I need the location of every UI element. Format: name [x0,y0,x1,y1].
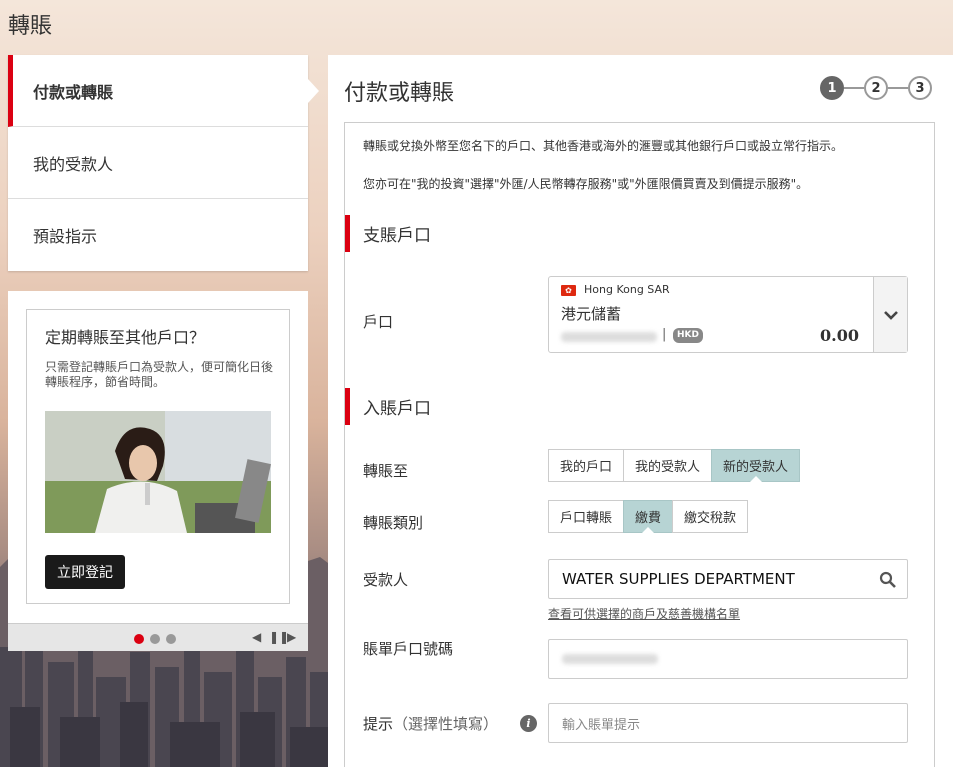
promo-panel: 定期轉賬至其他戶口？ 只需登記轉賬戶口為受款人，便可簡化日後轉賬程序，節省時間。… [8,291,308,651]
type-account-transfer[interactable]: 戶口轉賬 [548,500,625,533]
transfer-to-new-payee[interactable]: 新的受款人 [711,449,801,482]
payee-value: WATER SUPPLIES DEPARTMENT [562,570,795,588]
separator: | [662,327,667,342]
step-indicator: 1 2 3 [820,76,932,100]
account-label: 戶口 [363,313,394,331]
carousel-dot-2[interactable] [150,634,160,644]
transfer-to-toggle: 我的戶口 我的受款人 新的受款人 [548,449,801,482]
credit-section-heading: 入賬戶口 [345,388,431,425]
info-icon[interactable]: i [520,715,537,732]
payee-label: 受款人 [363,571,409,589]
reminder-label: 提示（選擇性填寫） [363,715,499,733]
main-panel: 付款或轉賬 1 2 3 轉賬或兌換外幣至您名下的戶口、其他香港或海外的滙豐或其他… [328,55,953,767]
transfer-to-my-payee[interactable]: 我的受款人 [623,449,713,482]
debit-account-select[interactable]: ✿ Hong Kong SAR 港元儲蓄 | HKD 0.00 [548,276,908,353]
chevron-down-icon[interactable] [873,277,907,352]
step-connector [844,87,864,89]
payee-input[interactable]: WATER SUPPLIES DEPARTMENT [548,559,908,599]
transfer-type-toggle: 戶口轉賬 繳費 繳交稅款 [548,500,749,533]
transfer-to-my-account[interactable]: 我的戶口 [548,449,625,482]
promo-title: 定期轉賬至其他戶口？ [45,328,206,347]
intro-text-2: 您亦可在"我的投資"選擇"外匯/人民幣轉存服務"或"外匯限價買賣及到價提示服務"… [363,177,809,191]
step-1: 1 [820,76,844,100]
carousel-dot-1[interactable] [134,634,144,644]
bill-account-masked-value [562,654,658,664]
sidebar-item-preset-instructions[interactable]: 預設指示 [8,199,308,271]
promo-card: 定期轉賬至其他戶口？ 只需登記轉賬戶口為受款人，便可簡化日後轉賬程序，節省時間。… [26,309,290,604]
hong-kong-flag-icon: ✿ [561,285,576,296]
step-3: 3 [908,76,932,100]
sidebar-item-payment-transfer[interactable]: 付款或轉賬 [8,55,319,127]
step-2: 2 [864,76,888,100]
carousel-dot-3[interactable] [166,634,176,644]
type-bill-payment[interactable]: 繳費 [623,500,674,533]
type-tax-payment[interactable]: 繳交稅款 [672,500,749,533]
bill-account-label: 賬單戶口號碼 [363,640,454,658]
bill-account-input[interactable] [548,639,908,679]
debit-section-heading: 支賬戶口 [345,215,431,252]
promo-description: 只需登記轉賬戶口為受款人，便可簡化日後轉賬程序，節省時間。 [45,360,274,389]
transfer-form: 轉賬或兌換外幣至您名下的戶口、其他香港或海外的滙豐或其他銀行戶口或設立常行指示。… [344,122,935,767]
currency-badge: HKD [673,328,703,343]
reminder-placeholder: 輸入賬單提示 [562,717,641,733]
transfer-to-label: 轉賬至 [363,462,409,480]
page-title: 轉賬 [8,14,53,39]
intro-text-1: 轉賬或兌換外幣至您名下的戶口、其他香港或海外的滙豐或其他銀行戶口或設立常行指示。 [363,139,844,153]
account-name: 港元儲蓄 [561,305,622,323]
transfer-type-label: 轉賬類別 [363,514,424,532]
prev-icon[interactable]: ◀ [252,630,261,644]
sidebar-item-my-payees[interactable]: 我的受款人 [8,127,308,199]
search-icon[interactable] [879,571,897,593]
promo-photo [45,411,271,533]
account-balance: 0.00 [820,326,859,345]
side-navigation: 付款或轉賬 我的受款人 預設指示 [8,55,319,271]
promo-carousel-controls: ◀ ❚❚ ▶ [8,623,308,651]
next-icon[interactable]: ▶ [287,630,296,644]
reminder-input[interactable]: 輸入賬單提示 [548,703,908,743]
merchant-list-link[interactable]: 查看可供選擇的商戶及慈善機構名單 [548,605,740,622]
register-now-button[interactable]: 立即登記 [45,555,125,589]
form-title: 付款或轉賬 [344,81,455,106]
account-number-masked [561,332,657,342]
account-region: Hong Kong SAR [584,283,670,296]
step-connector [888,87,908,89]
